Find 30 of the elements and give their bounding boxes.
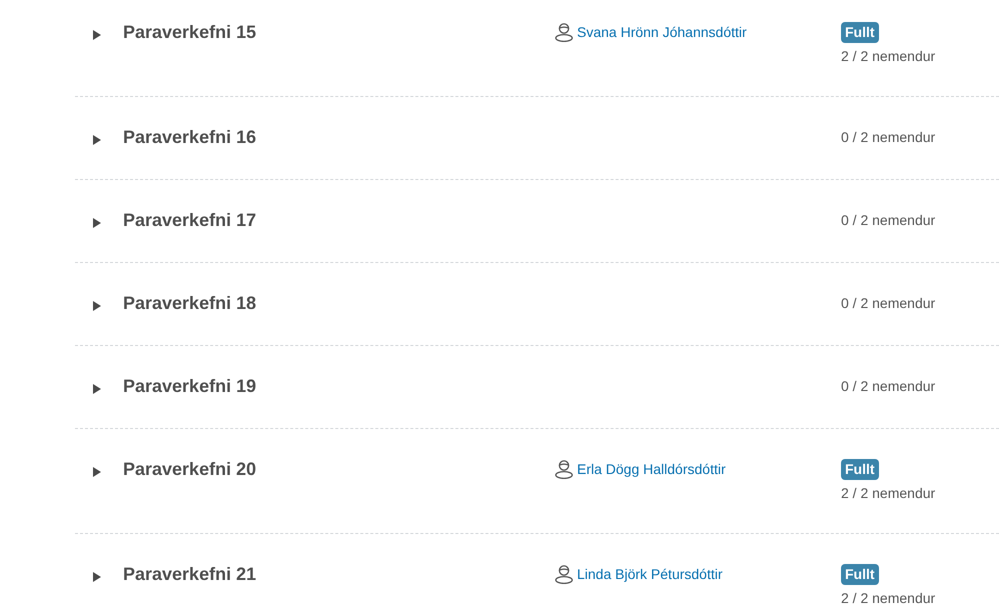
caret-icon[interactable] [93,30,101,40]
group-title: Paraverkefni 17 [123,209,258,232]
user-icon [555,23,573,42]
group-title: Paraverkefni 21 [123,563,258,586]
user-icon [555,460,573,479]
group-title: Paraverkefni 16 [123,126,258,149]
user-icon [555,565,573,584]
group-title: Paraverkefni 18 [123,292,258,315]
group-title: Paraverkefni 15 [123,21,258,44]
caret-icon[interactable] [93,384,101,394]
caret-icon[interactable] [93,301,101,311]
caret-icon[interactable] [93,218,101,228]
member-count: 2 / 2 nemendur [841,484,936,503]
status-label: Fullt [841,564,879,585]
caret-icon[interactable] [93,572,101,582]
person-link[interactable]: Svana Hrönn Jóhannsdóttir [577,22,747,42]
person-link[interactable]: Linda Björk Pétursdóttir [577,564,723,584]
member-count: 0 / 2 nemendur [841,294,936,313]
group-title: Paraverkefni 19 [123,375,258,398]
caret-icon[interactable] [93,467,101,477]
caret-icon[interactable] [93,135,101,145]
status-label: Fullt [841,22,879,43]
member-count: 0 / 2 nemendur [841,211,936,230]
group-title: Paraverkefni 20 [123,458,258,481]
member-count: 2 / 2 nemendur [841,589,936,608]
member-count: 0 / 2 nemendur [841,377,936,396]
person-link[interactable]: Erla Dögg Halldórsdóttir [577,459,726,479]
status-label: Fullt [841,459,879,480]
member-count: 0 / 2 nemendur [841,128,936,147]
member-count: 2 / 2 nemendur [841,47,936,66]
